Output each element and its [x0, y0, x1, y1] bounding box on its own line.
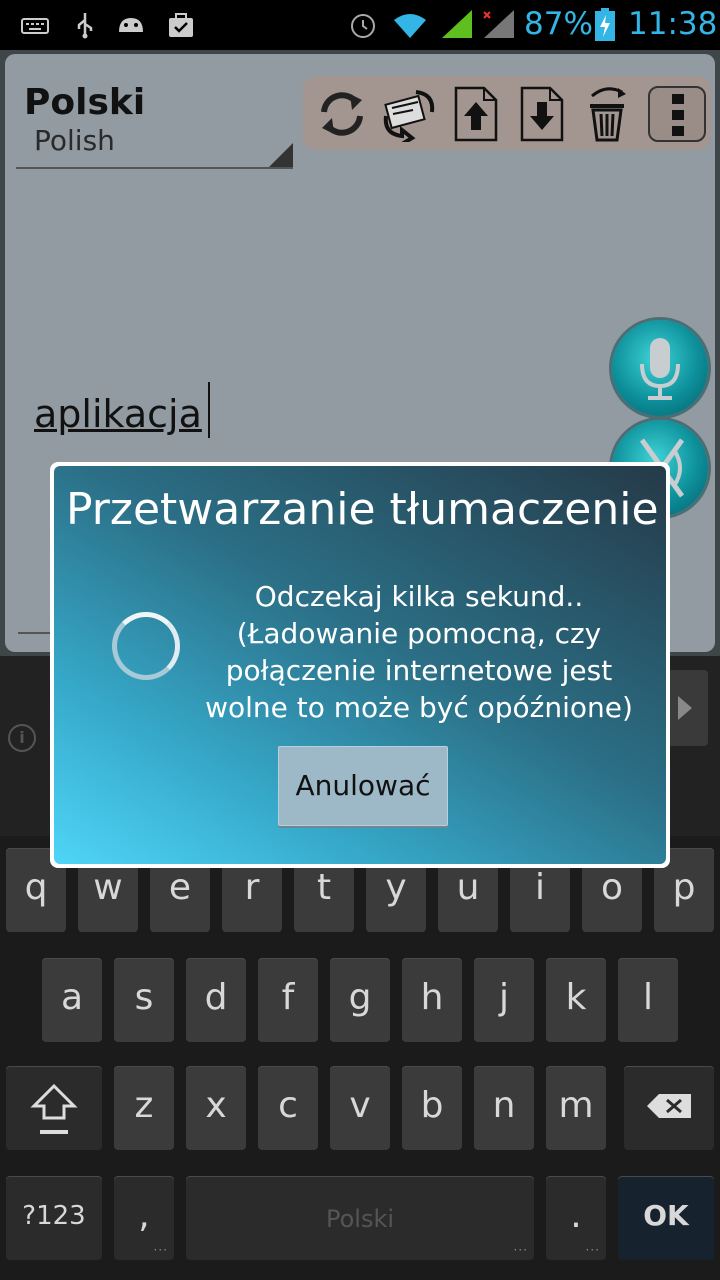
alarm-icon — [351, 14, 375, 38]
key-f[interactable]: f — [258, 958, 318, 1042]
text-cursor — [208, 382, 210, 438]
battery-percent: 87% — [524, 6, 593, 42]
dialog-body: Przetwarzanie tłumaczenie Odczekaj kilka… — [54, 466, 666, 864]
more-icon — [672, 94, 684, 104]
loading-spinner-icon — [112, 612, 180, 680]
key-s[interactable]: s — [114, 958, 174, 1042]
key-b[interactable]: b — [402, 1066, 462, 1150]
microphone-icon — [640, 338, 680, 400]
key-m[interactable]: m — [546, 1066, 606, 1150]
more-options-button[interactable] — [648, 86, 706, 142]
comma-label: , — [138, 1195, 150, 1236]
language-selector-underline — [16, 167, 293, 169]
language-dropdown-icon[interactable] — [269, 143, 293, 167]
signal-no-data-icon — [483, 10, 514, 38]
source-text[interactable]: aplikacja — [34, 392, 202, 436]
cancel-button[interactable]: Anulować — [278, 746, 448, 826]
progress-dialog: Przetwarzanie tłumaczenie Odczekaj kilka… — [50, 462, 670, 868]
key-a[interactable]: a — [42, 958, 102, 1042]
key-v[interactable]: v — [330, 1066, 390, 1150]
ok-key[interactable]: OK — [618, 1176, 714, 1260]
more-keys-indicator: ··· — [585, 1243, 600, 1257]
more-icon-dot — [672, 110, 684, 120]
microphone-button[interactable] — [612, 320, 708, 416]
clock: 11:38 — [628, 6, 718, 42]
key-h[interactable]: h — [402, 958, 462, 1042]
wifi-icon — [394, 14, 426, 38]
status-bar: 87% 11:38 — [0, 0, 720, 50]
keyboard-icon — [21, 18, 49, 34]
shift-icon — [30, 1083, 78, 1134]
dialog-message: Odczekaj kilka sekund.. (Ładowanie pomoc… — [205, 580, 633, 724]
download-icon[interactable] — [518, 86, 566, 142]
more-keys-indicator: ··· — [153, 1243, 168, 1257]
usb-icon — [77, 13, 93, 39]
trash-icon[interactable] — [582, 86, 634, 142]
upload-icon[interactable] — [452, 86, 500, 142]
more-keys-indicator: ··· — [513, 1243, 528, 1257]
period-label: . — [570, 1195, 582, 1236]
key-c[interactable]: c — [258, 1066, 318, 1150]
shift-key[interactable] — [6, 1066, 102, 1150]
language-name[interactable]: Polski — [24, 82, 145, 123]
symbols-key[interactable]: ?123 — [6, 1176, 102, 1260]
key-j[interactable]: j — [474, 958, 534, 1042]
signal-icon — [442, 10, 472, 38]
key-x[interactable]: x — [186, 1066, 246, 1150]
space-label: Polski — [325, 1205, 395, 1233]
panel-divider — [18, 632, 54, 634]
period-key[interactable]: . ··· — [546, 1176, 606, 1260]
backspace-icon — [647, 1094, 691, 1118]
clipboard-icon — [169, 13, 193, 37]
key-d[interactable]: d — [186, 958, 246, 1042]
battery-charging-icon — [595, 8, 615, 41]
key-l[interactable]: l — [618, 958, 678, 1042]
key-g[interactable]: g — [330, 958, 390, 1042]
space-key[interactable]: Polski ··· — [186, 1176, 534, 1260]
key-k[interactable]: k — [546, 958, 606, 1042]
language-english-name[interactable]: Polish — [34, 124, 115, 157]
android-icon — [119, 18, 143, 32]
dialog-title: Przetwarzanie tłumaczenie — [66, 484, 659, 535]
info-icon[interactable]: i — [8, 724, 36, 752]
more-icon-dot — [672, 126, 684, 136]
backspace-key[interactable] — [624, 1066, 714, 1150]
key-n[interactable]: n — [474, 1066, 534, 1150]
key-z[interactable]: z — [114, 1066, 174, 1150]
comma-key[interactable]: , ··· — [114, 1176, 174, 1260]
swap-icon[interactable] — [378, 86, 440, 142]
refresh-icon[interactable] — [314, 86, 370, 142]
